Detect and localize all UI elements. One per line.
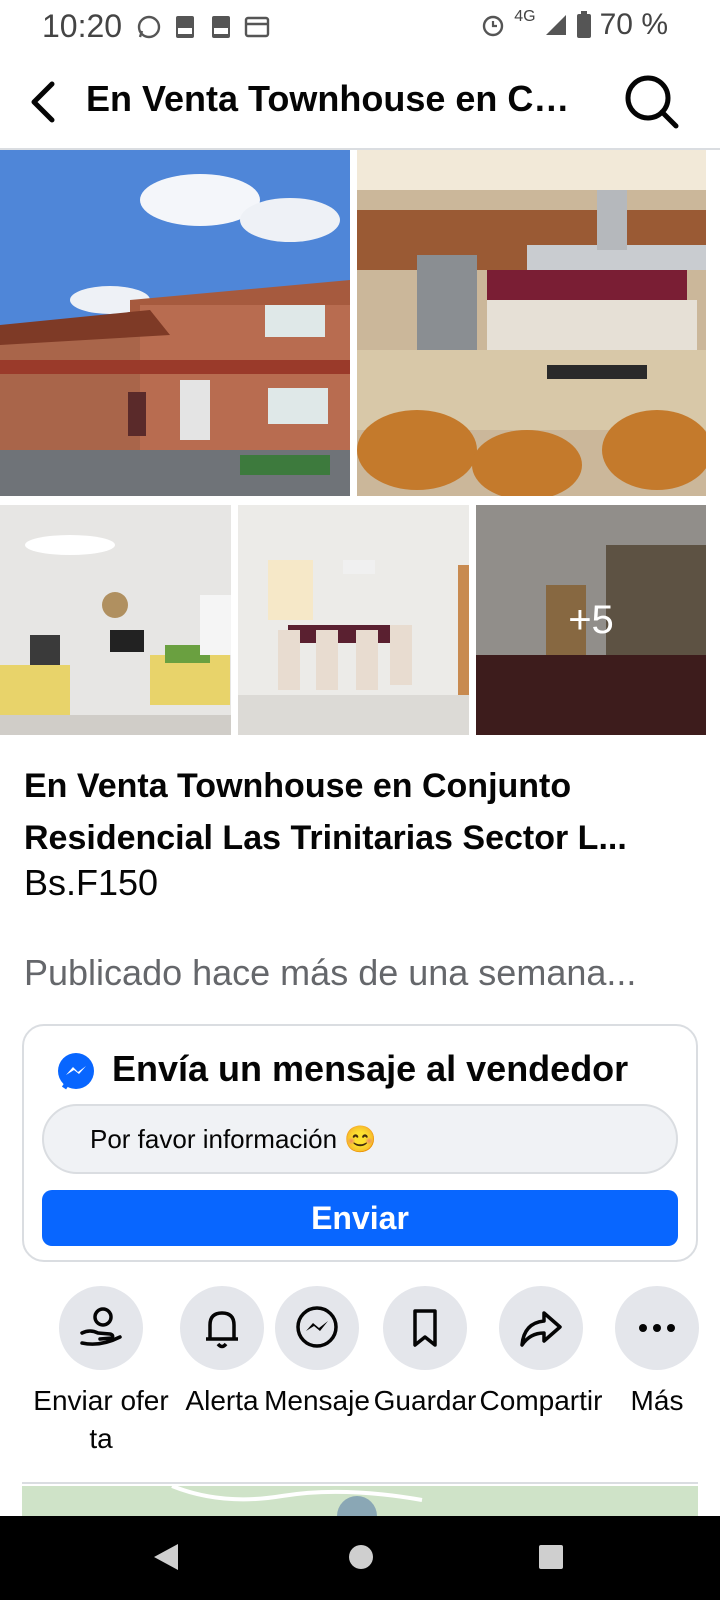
send-button[interactable]: Enviar bbox=[42, 1190, 678, 1246]
page-title: En Venta Townhouse en Conjunto Residenci… bbox=[86, 78, 576, 119]
photo-kitchen[interactable] bbox=[357, 150, 706, 496]
location-map[interactable] bbox=[22, 1486, 698, 1516]
listing-title-line1: En Venta Townhouse en Conjunto bbox=[24, 767, 572, 805]
photo-dining-room[interactable] bbox=[238, 505, 469, 735]
action-label: Enviar oferta bbox=[33, 1385, 169, 1454]
battery-icon bbox=[576, 11, 591, 38]
more-photos-overlay[interactable]: +5 bbox=[476, 505, 706, 735]
messenger-icon bbox=[58, 1053, 94, 1090]
living-room-image bbox=[0, 505, 231, 735]
calendar-icon bbox=[244, 16, 270, 38]
message-button[interactable] bbox=[275, 1286, 359, 1370]
app-bar: En Venta Townhouse en Conjunto Residenci… bbox=[0, 56, 720, 150]
nav-back-icon[interactable] bbox=[152, 1542, 180, 1572]
message-card-title: Envía un mensaje al vendedor bbox=[112, 1048, 629, 1089]
search-icon[interactable] bbox=[622, 72, 682, 132]
bell-icon bbox=[206, 1311, 238, 1349]
offer-button[interactable] bbox=[59, 1286, 143, 1370]
listing-title: En Venta Townhouse en Conjunto Residenci… bbox=[24, 760, 684, 864]
status-right: 4G 70 % bbox=[480, 8, 668, 42]
action-send-offer[interactable]: Enviar oferta bbox=[31, 1286, 171, 1458]
nav-recents-icon[interactable] bbox=[538, 1544, 564, 1570]
pdf-icon bbox=[176, 16, 194, 38]
message-input[interactable] bbox=[42, 1104, 678, 1174]
status-time: 10:20 bbox=[42, 8, 123, 44]
save-button[interactable] bbox=[383, 1286, 467, 1370]
dining-room-image bbox=[238, 505, 469, 735]
messenger-icon bbox=[296, 1306, 338, 1348]
photo-more[interactable]: +5 bbox=[476, 505, 706, 735]
listing-price: Bs.F150 bbox=[24, 862, 159, 903]
alarm-icon bbox=[483, 15, 504, 37]
whatsapp-icon bbox=[137, 15, 161, 39]
listing-title-line2: Residencial Las Trinitarias Sector L... bbox=[24, 819, 627, 857]
pdf-icon bbox=[212, 16, 230, 38]
battery-percent: 70 % bbox=[599, 8, 668, 41]
system-nav-bar bbox=[0, 1516, 720, 1600]
action-more[interactable]: Más bbox=[587, 1286, 720, 1420]
status-bar: 10:20 4G 70 % bbox=[0, 0, 720, 56]
house-exterior-image bbox=[0, 150, 350, 496]
share-button[interactable] bbox=[499, 1286, 583, 1370]
listing-posted-time: Publicado hace más de una semana... bbox=[24, 952, 637, 993]
share-icon bbox=[520, 1311, 562, 1347]
kitchen-image bbox=[357, 150, 706, 496]
back-arrow-icon[interactable] bbox=[22, 76, 70, 128]
more-icon bbox=[639, 1324, 675, 1332]
offer-icon bbox=[80, 1307, 122, 1346]
map-image bbox=[171, 1486, 423, 1516]
divider bbox=[22, 1482, 698, 1484]
photo-living-room[interactable] bbox=[0, 505, 231, 735]
network-type: 4G bbox=[514, 8, 536, 25]
photo-exterior[interactable] bbox=[0, 150, 350, 496]
action-label: Más bbox=[630, 1385, 684, 1416]
signal-icon bbox=[545, 15, 566, 35]
message-seller-card: Envía un mensaje al vendedor Enviar bbox=[22, 1024, 698, 1262]
more-button[interactable] bbox=[615, 1286, 699, 1370]
notification-icons bbox=[136, 14, 270, 40]
bookmark-icon bbox=[413, 1309, 437, 1347]
nav-home-icon[interactable] bbox=[348, 1544, 374, 1570]
